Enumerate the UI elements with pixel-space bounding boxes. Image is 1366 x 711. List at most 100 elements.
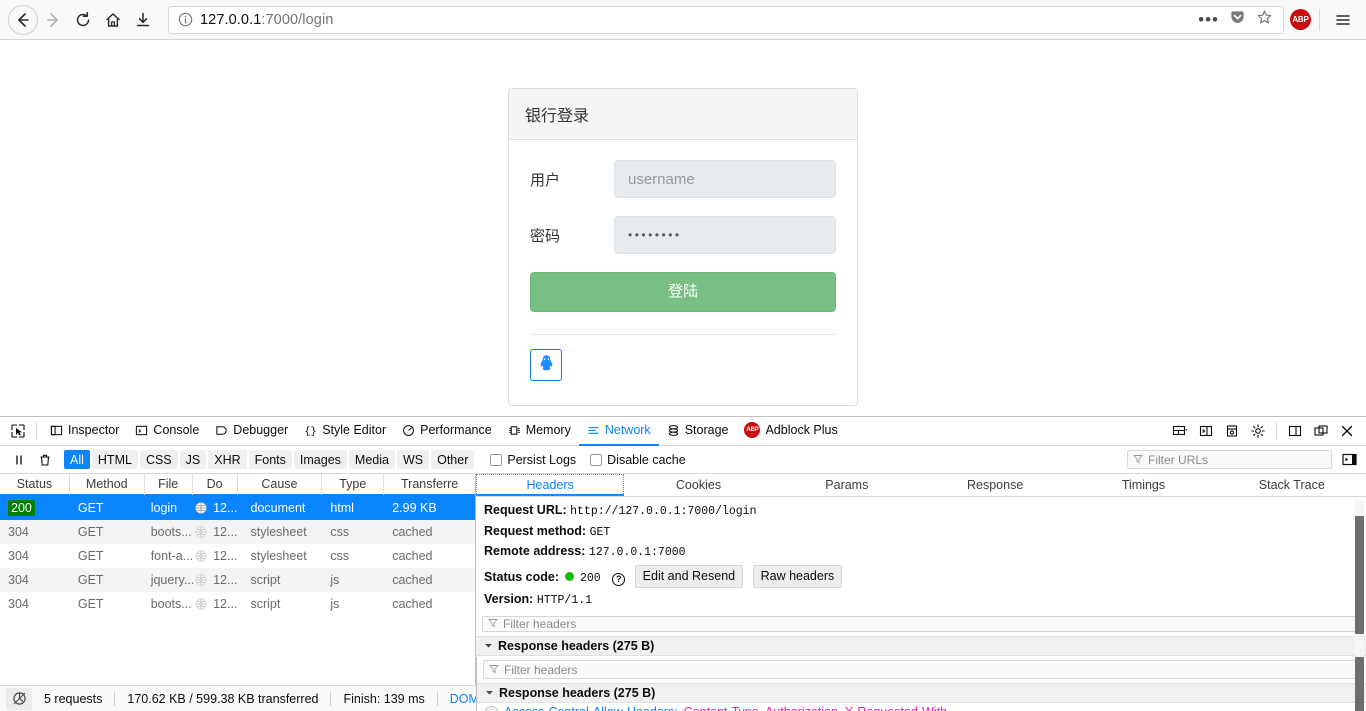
tab-performance[interactable]: Performance (394, 417, 500, 446)
col-transferred[interactable]: Transferre (384, 474, 475, 495)
disable-cache-checkbox[interactable]: Disable cache (590, 453, 686, 467)
scrollbar-thumb[interactable] (1355, 516, 1364, 634)
toolbar-divider (1319, 8, 1320, 31)
url-host: 127.0.0.1 (200, 11, 262, 28)
pocket-icon[interactable] (1229, 9, 1246, 31)
network-body: Status Method File Do Cause Type Transfe… (0, 474, 1366, 708)
qq-login-button[interactable] (530, 349, 562, 381)
tab-timings[interactable]: Timings (1069, 474, 1217, 496)
tab-memory[interactable]: Memory (500, 417, 579, 446)
col-cause[interactable]: Cause (238, 474, 323, 495)
filter-other[interactable]: Other (431, 450, 475, 469)
tab-stack-trace[interactable]: Stack Trace (1218, 474, 1366, 496)
reload-icon[interactable] (68, 5, 98, 35)
row-type: css (330, 549, 350, 563)
back-arrow-icon[interactable] (8, 4, 38, 35)
dock-side-icon[interactable] (1282, 418, 1308, 444)
tab-headers[interactable]: Headers (476, 474, 625, 496)
tab-network[interactable]: Network (578, 417, 659, 446)
page-info-icon[interactable] (178, 12, 193, 27)
tab-cookies[interactable]: Cookies (624, 474, 772, 496)
table-row[interactable]: 304 GET font-a... 12... stylesheet css c… (0, 544, 475, 568)
details-scrollbar[interactable] (1355, 657, 1364, 711)
filter-html[interactable]: HTML (91, 450, 138, 469)
hamburger-menu-icon[interactable] (1328, 5, 1358, 35)
tab-style-editor[interactable]: {} Style Editor (296, 417, 394, 446)
response-headers-section[interactable]: Response headers (275 B) (476, 635, 1366, 656)
password-input[interactable]: •••••••• (614, 216, 836, 254)
filter-all[interactable]: All (64, 450, 90, 469)
trash-icon[interactable] (32, 447, 58, 473)
header-name: Access-Control-Allow-Headers: (504, 705, 678, 711)
request-details-panel: Headers Cookies Params Response Timings … (476, 474, 1366, 708)
filter-urls-placeholder: Filter URLs (1148, 452, 1209, 467)
url-bar[interactable]: 127.0.0.1:7000/login ••• (168, 5, 1284, 34)
dock-separate-window-icon[interactable] (1308, 418, 1334, 444)
close-icon[interactable] (1334, 418, 1360, 444)
table-row[interactable]: 304 GET boots... 12... stylesheet css ca… (0, 520, 475, 544)
row-cause: stylesheet (250, 549, 307, 563)
password-row: 密码 •••••••• (530, 216, 836, 254)
tab-response[interactable]: Response (921, 474, 1069, 496)
login-panel: 银行登录 用户 username 密码 •••••••• 登陆 (508, 88, 858, 406)
download-icon[interactable] (128, 5, 158, 35)
col-method[interactable]: Method (70, 474, 145, 495)
persist-logs-checkbox[interactable]: Persist Logs (490, 453, 576, 467)
toolbar-divider (36, 422, 37, 440)
tab-console[interactable]: Console (127, 417, 207, 446)
tab-inspector[interactable]: Inspector (42, 417, 127, 446)
home-icon[interactable] (98, 5, 128, 35)
version-value: HTTP/1.1 (536, 594, 593, 607)
tab-adblock-plus[interactable]: ABP Adblock Plus (736, 417, 845, 446)
raw-headers-button[interactable]: Raw headers (752, 564, 843, 588)
more-dots-icon[interactable]: ••• (1198, 11, 1219, 28)
filter-media[interactable]: Media (348, 450, 395, 469)
disable-cache-label: Disable cache (607, 452, 686, 467)
tab-storage[interactable]: Storage (659, 417, 737, 446)
filter-css[interactable]: CSS (139, 450, 178, 469)
filter-headers-input[interactable]: Filter headers (482, 615, 1360, 632)
tab-params[interactable]: Params (773, 474, 921, 496)
filter-xhr[interactable]: XHR (208, 450, 247, 469)
tab-debugger[interactable]: Debugger (207, 417, 296, 446)
login-button[interactable]: 登陆 (530, 272, 836, 312)
col-domain[interactable]: Do (193, 474, 238, 495)
col-type[interactable]: Type (322, 474, 385, 495)
adblock-plus-icon[interactable]: ABP (1290, 9, 1311, 30)
url-text: 127.0.0.1:7000/login (200, 12, 333, 28)
filter-ws[interactable]: WS (396, 450, 430, 469)
details-scrollbar[interactable] (1355, 500, 1364, 672)
col-status[interactable]: Status (0, 474, 70, 495)
row-type: js (330, 573, 340, 587)
row-method: GET (77, 573, 104, 587)
edit-and-resend-button[interactable]: Edit and Resend (634, 564, 744, 588)
star-icon[interactable] (1256, 9, 1273, 31)
network-status-icon[interactable] (6, 687, 32, 710)
help-icon[interactable]: ? (485, 705, 498, 711)
table-row[interactable]: 304 GET boots... 12... script js cached (0, 592, 475, 616)
table-row[interactable]: 304 GET jquery... 12... script js cached (0, 568, 475, 592)
row-status: 304 (8, 525, 29, 539)
filter-fonts[interactable]: Fonts (248, 450, 292, 469)
tab-storage-label: Storage (684, 423, 729, 437)
screenshot-icon[interactable] (1219, 418, 1245, 444)
col-file[interactable]: File (145, 474, 193, 495)
help-icon[interactable]: ? (612, 572, 626, 586)
responsive-design-mode-icon[interactable] (1167, 418, 1193, 444)
settings-gear-icon[interactable] (1245, 418, 1271, 444)
filter-headers-input[interactable]: Filter headers (483, 660, 1360, 679)
element-picker-icon[interactable] (5, 418, 31, 444)
filter-urls-input[interactable]: Filter URLs (1127, 450, 1332, 469)
response-headers-section[interactable]: Response headers (275 B) (477, 683, 1366, 703)
pause-icon[interactable] (6, 447, 32, 473)
filter-js[interactable]: JS (179, 450, 207, 469)
filter-images[interactable]: Images (293, 450, 347, 469)
toggle-details-pane-icon[interactable] (1338, 450, 1360, 469)
split-console-icon[interactable] (1193, 418, 1219, 444)
username-input[interactable]: username (614, 160, 836, 198)
table-row[interactable]: 200 GET login 12... document html 2.99 K… (0, 496, 475, 520)
scrollbar-thumb[interactable] (1355, 657, 1364, 711)
row-method: GET (77, 501, 104, 515)
globe-icon (195, 594, 207, 616)
row-domain: 12... (213, 501, 238, 515)
